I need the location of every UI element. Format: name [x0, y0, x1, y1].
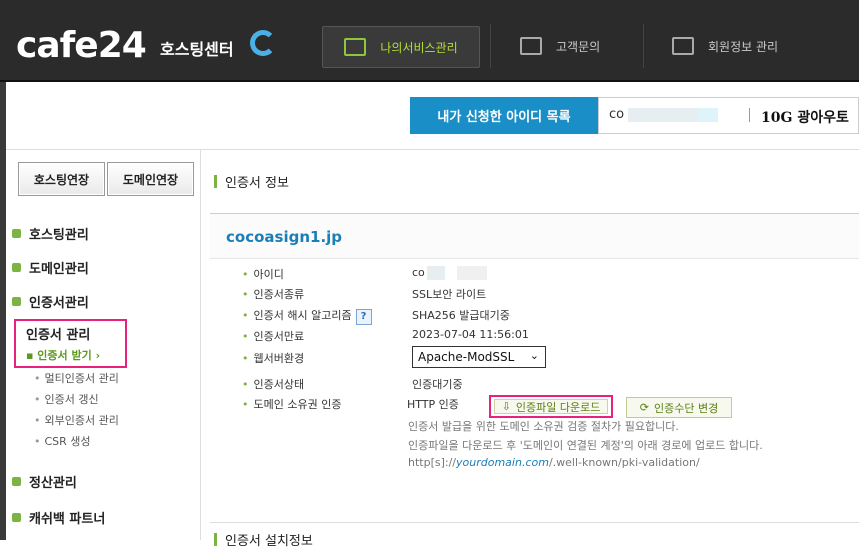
row-id-value: co: [412, 266, 487, 280]
cert-menu-title: 인증서 관리: [26, 328, 91, 343]
section-bar: [214, 175, 217, 188]
nav-member-info-label: 회원정보 관리: [708, 39, 779, 54]
chevron-right-icon: ›: [95, 349, 101, 362]
nav-member-info[interactable]: 회원정보 관리: [672, 26, 778, 66]
change-auth-method-button[interactable]: ⟳ 인증수단 변경: [626, 397, 732, 418]
chevron-down-icon: ⌄: [529, 349, 539, 362]
row-hash-algorithm: 인증서 해시 알고리즘? SHA256 발급대기중: [242, 307, 859, 325]
sidebar-item-domain[interactable]: 도메인관리: [12, 258, 89, 277]
section-divider: [210, 522, 859, 523]
nav-my-services-label: 나의서비스관리: [380, 40, 458, 55]
id-list-bar: 내가 신청한 아이디 목록 co 10G 광아우토: [410, 97, 859, 134]
sidebar-item-cert-receive[interactable]: ▪ 인증서 받기 ›: [26, 347, 100, 363]
section-title: 인증서 정보: [214, 172, 289, 191]
nav-customer-inquiry-label: 고객문의: [556, 39, 601, 54]
bullet-icon: [12, 229, 21, 238]
hosting-extend-button[interactable]: 호스팅연장: [18, 162, 105, 196]
id-list-label: 내가 신청한 아이디 목록: [410, 97, 598, 134]
row-id: 아이디 co: [242, 266, 859, 284]
id-separator: [749, 108, 750, 122]
id-select[interactable]: co 10G 광아우토: [598, 97, 859, 134]
sidebar-item-multi-cert[interactable]: 멀티인증서 관리: [34, 370, 119, 386]
sidebar-item-certificate[interactable]: 인증서관리: [12, 292, 89, 311]
domain-name: cocoasign1.jp: [226, 228, 343, 246]
extend-buttons: 호스팅연장 도메인연장: [18, 162, 194, 196]
my-service-icon: [344, 38, 367, 56]
cafe24-logo[interactable]: cafe24: [16, 26, 147, 66]
bullet-icon: [12, 263, 21, 272]
bullet-icon: [12, 513, 21, 522]
sidebar-item-cashback[interactable]: 캐쉬백 파트너: [12, 508, 105, 527]
sidebar-item-csr[interactable]: CSR 생성: [34, 433, 91, 449]
bullet-icon: [12, 477, 21, 486]
id-value: co: [609, 107, 719, 122]
nav-divider: [490, 24, 491, 68]
sidebar-item-hosting[interactable]: 호스팅관리: [12, 224, 89, 243]
download-icon: ⇩: [501, 400, 511, 413]
nav-divider: [643, 24, 644, 68]
cafe24-c-logo-icon: [250, 30, 276, 56]
note-line-2: 인증파일을 다운로드 후 '도메인이 연결된 계정'의 아래 경로에 업로드 합…: [408, 439, 763, 452]
sidebar-item-external-cert[interactable]: 외부인증서 관리: [34, 412, 119, 428]
bullet-icon: [12, 297, 21, 306]
web-server-select[interactable]: Apache-ModSSL ⌄: [412, 346, 546, 368]
nav-my-services[interactable]: 나의서비스관리: [322, 26, 480, 68]
member-info-icon: [672, 37, 694, 55]
refresh-icon: ⟳: [639, 401, 649, 414]
row-cert-type: 인증서종류SSL보안 라이트: [242, 286, 859, 304]
plan-name: 10G 광아우토: [761, 110, 849, 126]
download-button-highlight: ⇩ 인증파일 다운로드: [489, 395, 613, 418]
domain-extend-button[interactable]: 도메인연장: [107, 162, 194, 196]
hosting-center-label: 호스팅센터: [160, 40, 234, 59]
customer-inquiry-icon: [520, 37, 542, 55]
download-cert-file-button[interactable]: ⇩ 인증파일 다운로드: [494, 399, 608, 414]
sidebar-item-cert-renew[interactable]: 인증서 갱신: [34, 391, 99, 407]
domain-header: cocoasign1.jp: [210, 213, 859, 259]
nav-customer-inquiry[interactable]: 고객문의: [520, 26, 600, 66]
note-line-1: 인증서 발급을 위한 도메인 소유권 검증 절차가 필요합니다.: [408, 420, 679, 433]
cert-status-link[interactable]: 인증대기중: [412, 376, 463, 392]
sidebar-item-settlement[interactable]: 정산관리: [12, 472, 77, 491]
validation-path: http[s]://yourdomain.com/.well-known/pki…: [408, 456, 700, 469]
row-web-server: 웹서버환경 Apache-ModSSL⌄: [242, 346, 859, 368]
top-header: cafe24 호스팅센터 나의서비스관리 고객문의 회원정보 관리: [0, 0, 859, 82]
sidebar: 호스팅연장 도메인연장 호스팅관리 도메인관리 인증서관리 인증서 관리 ▪ 인…: [6, 150, 201, 540]
row-cert-expiry: 인증서만료2023-07-04 11:56:01: [242, 328, 859, 346]
row-cert-status: 인증서상태인증대기중: [242, 376, 859, 394]
main-content: 인증서 정보 cocoasign1.jp 아이디 co 인증서종류SSL보안 라…: [210, 150, 859, 549]
help-icon[interactable]: ?: [355, 309, 372, 325]
